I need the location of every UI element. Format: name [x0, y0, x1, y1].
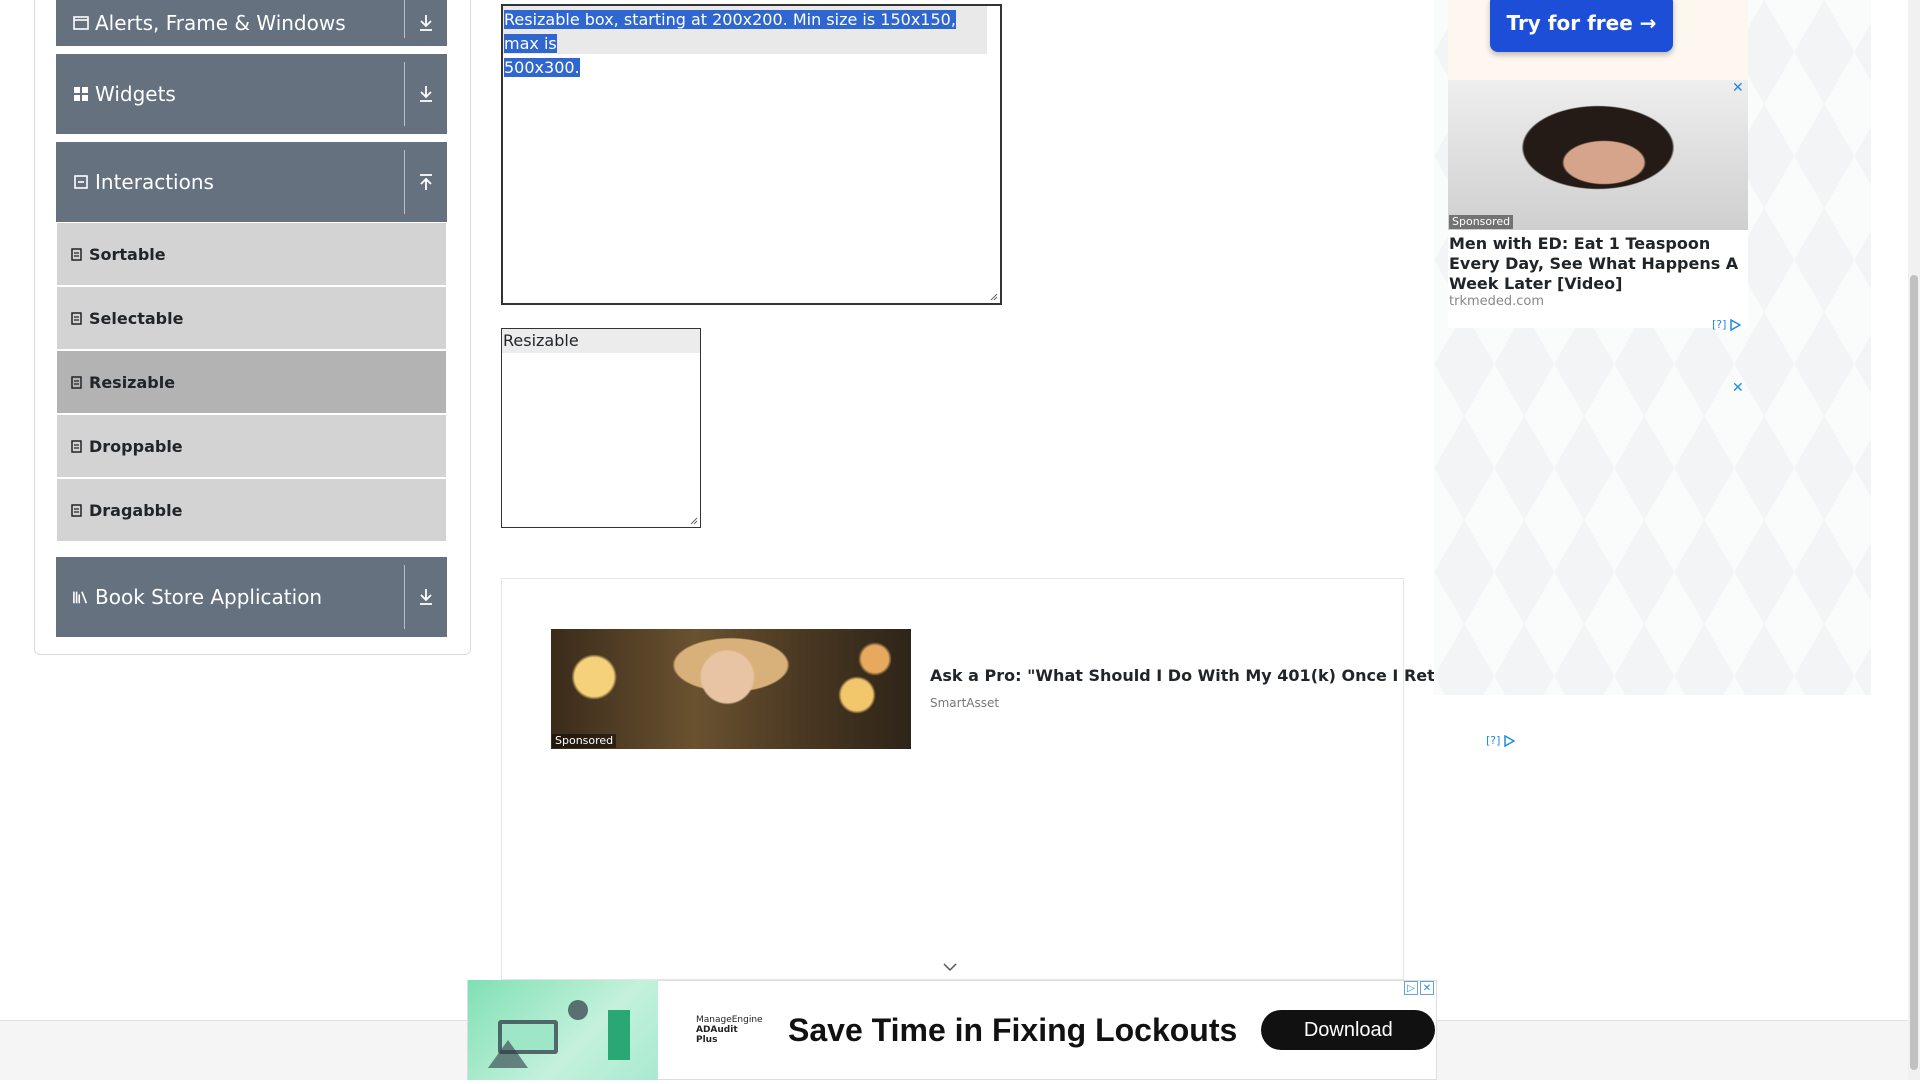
chevron-down-icon[interactable]: [942, 962, 958, 972]
sidebar-group-label: Alerts, Frame & Windows: [95, 11, 346, 35]
banner-headline: Save Time in Fixing Lockouts: [788, 1011, 1238, 1048]
ad-illustration: [468, 980, 658, 1080]
bottom-ad-banner[interactable]: ManageEngine ADAudit Plus Save Time in F…: [467, 980, 1437, 1080]
window-icon: [73, 15, 89, 31]
sidebar-item-label: Sortable: [89, 244, 166, 264]
logo-text: ManageEngine: [696, 1015, 763, 1025]
sidebar-group-label: Widgets: [95, 82, 176, 106]
resizable-box-label: Resizable: [502, 329, 700, 353]
try-for-free-button[interactable]: Try for free →: [1490, 0, 1673, 52]
sponsored-tag: Sponsored: [552, 734, 617, 748]
sidebar-item-label: Dragabble: [89, 500, 183, 520]
ad-headline[interactable]: Men with ED: Eat 1 Teaspoon Every Day, S…: [1449, 234, 1747, 294]
download-arrow-icon[interactable]: [405, 54, 447, 134]
sidebar-group-book-store[interactable]: Book Store Application: [56, 557, 447, 637]
close-icon[interactable]: ✕: [1732, 80, 1744, 96]
scrollbar[interactable]: [1908, 0, 1920, 1080]
adchoices-icon[interactable]: [?]: [1712, 318, 1742, 331]
download-button[interactable]: Download: [1261, 1010, 1436, 1050]
list-icon: [71, 311, 83, 325]
resizable-box-text-line: Resizable box, starting at 200x200. Min …: [504, 10, 956, 53]
sidebar-item-resizable[interactable]: Resizable: [57, 351, 446, 413]
resizable-box[interactable]: Resizable: [501, 328, 701, 528]
ad-controls: ▷ ✕: [1404, 981, 1434, 995]
list-icon: [71, 375, 83, 389]
ad-source[interactable]: SmartAsset: [930, 696, 999, 710]
sidebar-item-sortable[interactable]: Sortable: [57, 223, 446, 285]
resize-handle-icon[interactable]: [990, 293, 998, 301]
resize-handle-icon[interactable]: [690, 517, 698, 525]
ad-headline[interactable]: Ask a Pro: "What Should I Do With My 401…: [930, 666, 1477, 685]
adchoices-icon[interactable]: [?]: [1486, 734, 1516, 747]
sidebar-group-label: Interactions: [95, 170, 214, 194]
adchoices-icon[interactable]: ▷: [1404, 981, 1418, 995]
resizable-box-text: Resizable box, starting at 200x200. Min …: [504, 8, 984, 80]
interactions-icon: [73, 174, 89, 190]
grid-icon: [73, 86, 89, 102]
resizable-box-restricted[interactable]: Resizable box, starting at 200x200. Min …: [501, 4, 1002, 305]
manageengine-logo: ManageEngine ADAudit Plus: [696, 1015, 763, 1045]
ad-image[interactable]: [551, 629, 911, 749]
list-icon: [71, 503, 83, 517]
sidebar-group-widgets[interactable]: Widgets: [56, 54, 447, 134]
sidebar-group-label: Book Store Application: [95, 585, 323, 609]
ad-domain[interactable]: trkmeded.com: [1449, 294, 1544, 309]
sponsored-tag: Sponsored: [1449, 215, 1514, 229]
upload-arrow-icon[interactable]: [405, 142, 447, 222]
scrollbar-thumb[interactable]: [1910, 275, 1918, 1070]
sidebar-item-label: Resizable: [89, 372, 176, 392]
list-icon: [71, 439, 83, 453]
adchoice-label: [?]: [1486, 734, 1501, 747]
sidebar-item-selectable[interactable]: Selectable: [57, 287, 446, 349]
ad-image[interactable]: [1448, 80, 1748, 230]
download-arrow-icon[interactable]: [405, 557, 447, 637]
sidebar-group-alerts[interactable]: Alerts, Frame & Windows: [56, 0, 447, 46]
sidebar-group-interactions[interactable]: Interactions: [56, 142, 447, 222]
sidebar-item-droppable[interactable]: Droppable: [57, 415, 446, 477]
close-icon[interactable]: ✕: [1420, 981, 1434, 995]
resizable-box-text-line: 500x300.: [504, 58, 580, 77]
close-icon[interactable]: ✕: [1732, 380, 1744, 396]
logo-product: ADAudit Plus: [696, 1025, 738, 1045]
adchoice-label: [?]: [1712, 318, 1727, 331]
sidebar-item-label: Selectable: [89, 308, 184, 328]
list-icon: [71, 247, 83, 261]
books-icon: [73, 589, 89, 605]
sidebar-item-label: Droppable: [89, 436, 183, 456]
sidebar-item-dragabble[interactable]: Dragabble: [57, 479, 446, 541]
download-arrow-icon[interactable]: [405, 0, 447, 46]
